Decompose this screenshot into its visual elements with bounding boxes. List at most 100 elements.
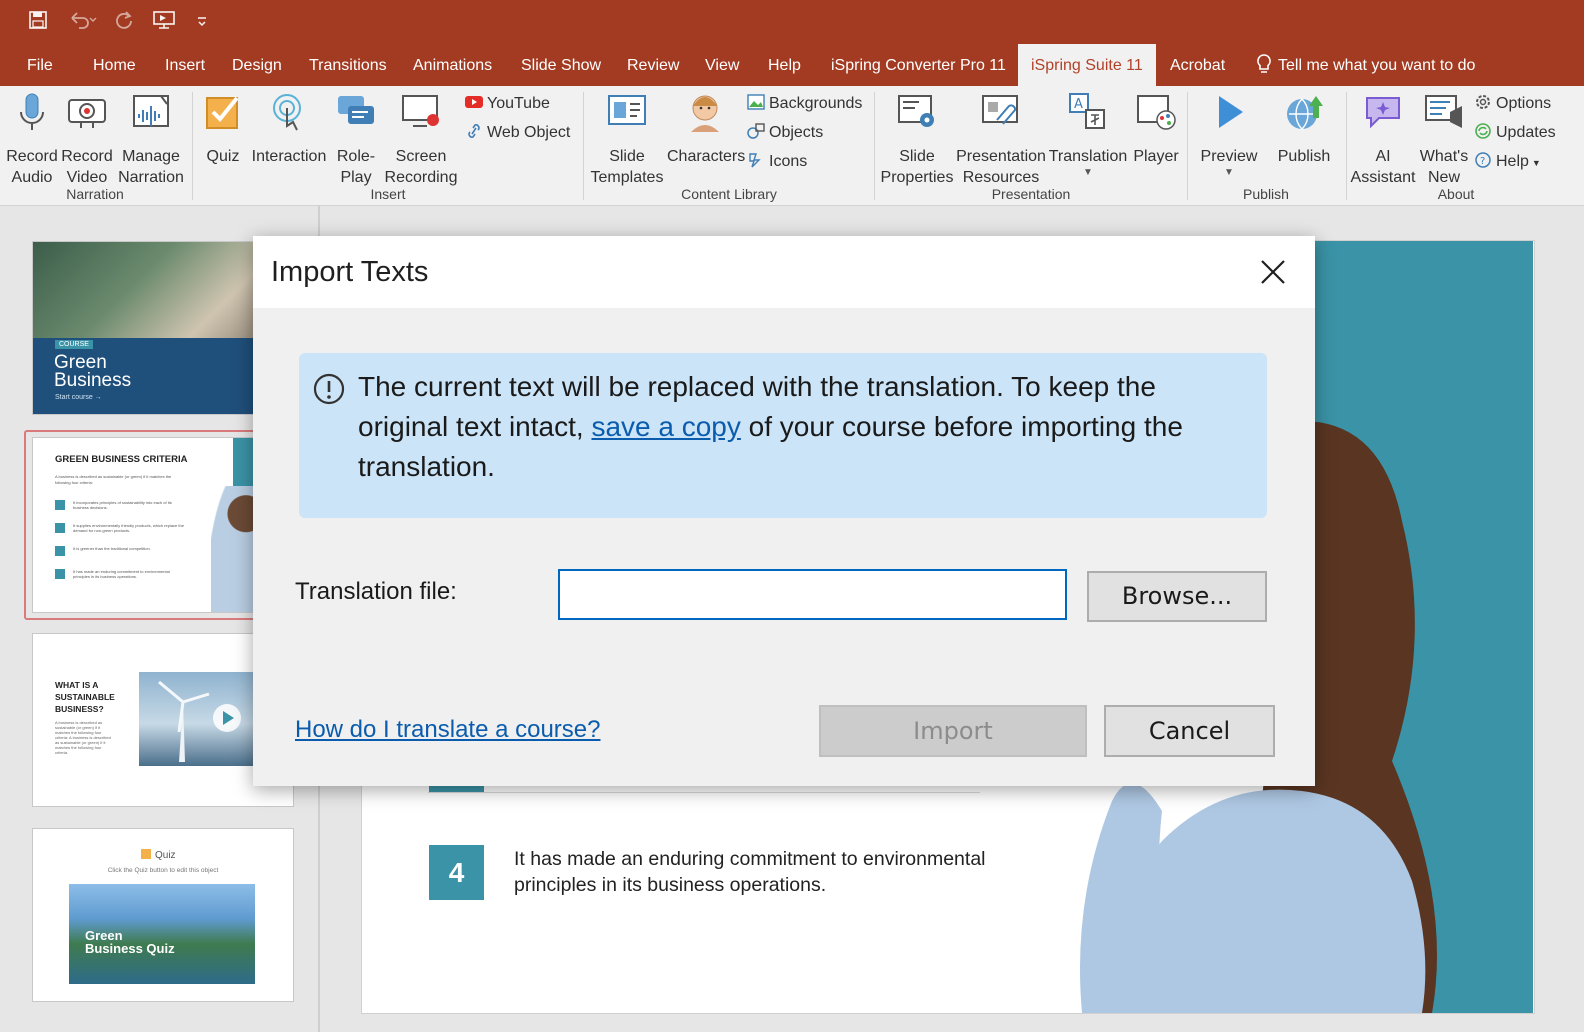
tell-me-box[interactable]: Tell me what you want to do: [1255, 44, 1475, 86]
updates-label: Updates: [1496, 124, 1556, 141]
globe-upload-icon: [1287, 96, 1323, 130]
landscape-image-icon: [747, 94, 765, 110]
tab-transitions[interactable]: Transitions: [309, 44, 387, 86]
help-icon: ?: [1475, 152, 1491, 168]
youtube-button[interactable]: YouTube: [465, 94, 550, 113]
translate-help-link[interactable]: How do I translate a course?: [295, 716, 601, 744]
whats-new-button[interactable]: What's New: [1418, 92, 1470, 188]
dialog-title: Import Texts: [271, 256, 429, 288]
save-a-copy-link[interactable]: save a copy: [591, 411, 740, 442]
chevron-down-icon: ▼: [1083, 167, 1093, 178]
tab-help[interactable]: Help: [768, 44, 801, 86]
thumbnail-title: Green Business: [54, 352, 132, 391]
translation-button[interactable]: A Translation ▼: [1048, 92, 1128, 179]
criteria-item: It is greener than the traditional compe…: [55, 546, 185, 569]
presentation-resources-button[interactable]: Presentation Resources: [956, 92, 1046, 188]
undo-icon[interactable]: [68, 10, 98, 35]
objects-button[interactable]: Objects: [747, 123, 823, 142]
quiz-image-title: Green Business Quiz: [85, 928, 175, 956]
help-button[interactable]: ? Help ▼: [1474, 152, 1541, 171]
tab-view[interactable]: View: [705, 44, 739, 86]
options-button[interactable]: Options: [1474, 94, 1551, 113]
close-button[interactable]: [1255, 254, 1291, 290]
characters-button[interactable]: Characters: [667, 92, 746, 167]
thumbnail-body: A business is described as sustainable (…: [55, 720, 111, 755]
record-video-label: Record Video: [61, 148, 113, 186]
web-object-button[interactable]: Web Object: [465, 123, 570, 142]
characters-label: Characters: [667, 148, 746, 165]
character-face-icon: [691, 95, 719, 132]
ribbon-tabs: File Home Insert Design Transitions Anim…: [0, 44, 1584, 86]
group-content-library-label: Content Library: [681, 186, 777, 202]
tab-file[interactable]: File: [27, 44, 53, 86]
updates-button[interactable]: Updates: [1474, 123, 1556, 142]
criteria-item: It has made an enduring commitment to en…: [55, 569, 185, 592]
manage-narration-button[interactable]: Manage Narration: [117, 92, 185, 188]
interaction-button[interactable]: Interaction: [250, 92, 328, 167]
publish-button[interactable]: Publish: [1272, 92, 1336, 167]
browse-button[interactable]: Browse...: [1087, 571, 1267, 622]
tab-slide-show[interactable]: Slide Show: [521, 44, 601, 86]
icons-label: Icons: [769, 153, 808, 170]
screen-recording-button[interactable]: Screen Recording: [384, 92, 458, 188]
thumbnail-heading: GREEN BUSINESS CRITERIA: [55, 454, 188, 465]
icons-button[interactable]: Icons: [747, 152, 807, 171]
tab-design[interactable]: Design: [232, 44, 282, 86]
import-button[interactable]: Import: [819, 705, 1087, 757]
tab-insert[interactable]: Insert: [165, 44, 205, 86]
thumbnail-heading: WHAT IS A SUSTAINABLE BUSINESS?: [55, 680, 115, 714]
preview-button[interactable]: Preview ▼: [1196, 92, 1262, 179]
group-publish-label: Publish: [1243, 186, 1289, 202]
quiz-button[interactable]: Quiz: [202, 92, 244, 167]
ribbon: Record Audio Record Video Manage Narrati…: [0, 86, 1584, 206]
info-message: The current text will be replaced with t…: [358, 367, 1238, 487]
slide-properties-label: Slide Properties: [880, 148, 954, 186]
present-icon[interactable]: [152, 10, 176, 35]
group-insert-label: Insert: [370, 186, 406, 202]
publish-label: Publish: [1277, 148, 1331, 165]
criteria-number-badge: 4: [429, 845, 484, 900]
row-divider: [428, 792, 980, 793]
role-play-button[interactable]: Role-Play: [333, 92, 379, 188]
gear-icon: [1476, 95, 1490, 109]
microphone-icon: [20, 93, 44, 130]
save-icon[interactable]: [28, 10, 48, 35]
slide-properties-button[interactable]: Slide Properties: [880, 92, 954, 188]
translation-file-input[interactable]: [558, 569, 1067, 620]
group-presentation-label: Presentation: [991, 186, 1071, 202]
player-button[interactable]: Player: [1130, 92, 1182, 167]
import-texts-dialog: Import Texts The current text will be re…: [253, 236, 1315, 786]
tab-ispring-converter[interactable]: iSpring Converter Pro 11: [831, 44, 1006, 86]
tell-me-text: Tell me what you want to do: [1278, 57, 1476, 74]
presentation-resources-label: Presentation Resources: [956, 148, 1046, 186]
record-audio-button[interactable]: Record Audio: [4, 92, 60, 188]
svg-text:?: ?: [1480, 156, 1485, 167]
tab-animations[interactable]: Animations: [413, 44, 492, 86]
translation-file-label: Translation file:: [295, 578, 457, 605]
translation-label: Translation: [1048, 148, 1128, 165]
chevron-down-icon: ▼: [1531, 158, 1541, 168]
screen-recording-label: Screen Recording: [384, 148, 458, 186]
objects-icon: [747, 123, 765, 139]
tab-home[interactable]: Home: [93, 44, 136, 86]
dialogue-bubbles-icon: [338, 96, 374, 124]
customize-icon[interactable]: [196, 10, 208, 35]
ai-assistant-label: AI Assistant: [1350, 148, 1416, 186]
narration-timeline-icon: [133, 95, 169, 127]
youtube-icon: [465, 96, 483, 108]
redo-icon[interactable]: [114, 10, 134, 35]
tab-acrobat[interactable]: Acrobat: [1170, 44, 1225, 86]
backgrounds-button[interactable]: Backgrounds: [747, 94, 862, 113]
slide-templates-button[interactable]: Slide Templates: [590, 92, 664, 188]
cancel-button[interactable]: Cancel: [1104, 705, 1275, 757]
slide-thumbnail-4[interactable]: Quiz Click the Quiz button to edit this …: [32, 828, 294, 1002]
play-icon: [1219, 96, 1243, 128]
group-separator: [192, 92, 193, 200]
group-separator: [874, 92, 875, 200]
translation-icon: A: [1069, 93, 1105, 129]
tab-review[interactable]: Review: [627, 44, 679, 86]
record-video-button[interactable]: Record Video: [60, 92, 114, 188]
ai-assistant-button[interactable]: AI Assistant: [1350, 92, 1416, 188]
tab-ispring-suite[interactable]: iSpring Suite 11: [1018, 44, 1156, 86]
quiz-label: Quiz: [206, 148, 240, 165]
